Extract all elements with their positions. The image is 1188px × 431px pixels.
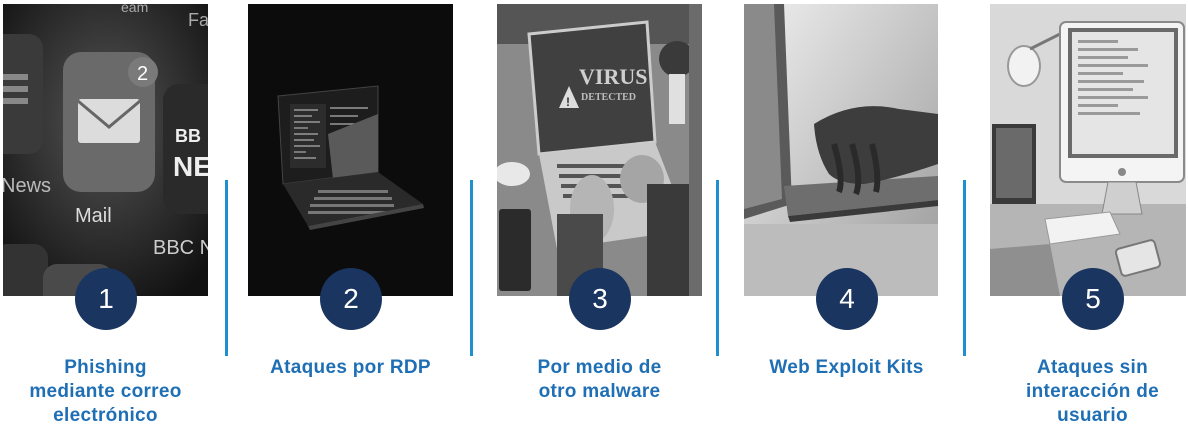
step-card-4: 4 Web Exploit Kits (744, 0, 949, 431)
step-label-line: Phishing (64, 357, 147, 378)
news-logo-text: NEW (173, 151, 208, 182)
app-label-bbc: BBC Ne (153, 237, 208, 259)
step-card-2: 2 Ataques por RDP (248, 0, 453, 431)
step-label: Por medio de otro malware (485, 356, 714, 404)
detected-screen-text: DETECTED (581, 92, 636, 103)
step-label-line: Web Exploit Kits (769, 357, 924, 378)
mail-app-photo-icon: News 2 Mail BB NEW BBC Ne eam Fa (3, 4, 208, 296)
step-card-5: 5 Ataques sin interacción de usuario (990, 0, 1188, 431)
step-label-line: Ataques por RDP (270, 357, 431, 378)
top-label-a: eam (121, 4, 148, 15)
divider (963, 180, 966, 356)
desk-computer-photo-icon (990, 4, 1186, 296)
step-number-circle: 3 (569, 268, 631, 330)
typing-laptop-photo-icon (744, 4, 938, 296)
virus-screen-text: VIRUS (579, 64, 647, 89)
step-label-line: usuario (1057, 405, 1128, 426)
step-card-1: News 2 Mail BB NEW BBC Ne eam Fa 1 P (3, 0, 208, 431)
step-number-circle: 5 (1062, 268, 1124, 330)
step-number-circle: 4 (816, 268, 878, 330)
step-number-circle: 1 (75, 268, 137, 330)
app-label-news: News (3, 175, 51, 197)
svg-text:!: ! (566, 95, 570, 109)
divider (470, 180, 473, 356)
step-label-line: electrónico (53, 405, 158, 426)
step-label-line: Por medio de (537, 357, 662, 378)
virus-laptop-photo-icon: VIRUS DETECTED ! (497, 4, 702, 296)
step-label-line: Ataques sin (1037, 357, 1148, 378)
step-label: Web Exploit Kits (732, 356, 961, 380)
laptop-dark-photo-icon (248, 4, 453, 296)
divider (225, 180, 228, 356)
step-number-circle: 2 (320, 268, 382, 330)
app-label-mail: Mail (75, 205, 112, 227)
bbc-logo-text: BB (175, 126, 201, 146)
step-label-line: mediante correo (29, 381, 182, 402)
top-label-b: Fa (188, 10, 208, 30)
divider (716, 180, 719, 356)
step-card-3: VIRUS DETECTED ! 3 Por medio de otro mal… (497, 0, 702, 431)
step-label: Ataques sin interacción de usuario (978, 356, 1188, 428)
step-label: Ataques por RDP (236, 356, 465, 380)
step-label-line: interacción de (1025, 381, 1160, 402)
step-label-line: otro malware (538, 381, 661, 402)
step-label: Phishing mediante correo electrónico (0, 356, 220, 428)
attack-vectors-infographic: News 2 Mail BB NEW BBC Ne eam Fa 1 P (0, 0, 1188, 431)
mail-badge: 2 (137, 63, 148, 85)
